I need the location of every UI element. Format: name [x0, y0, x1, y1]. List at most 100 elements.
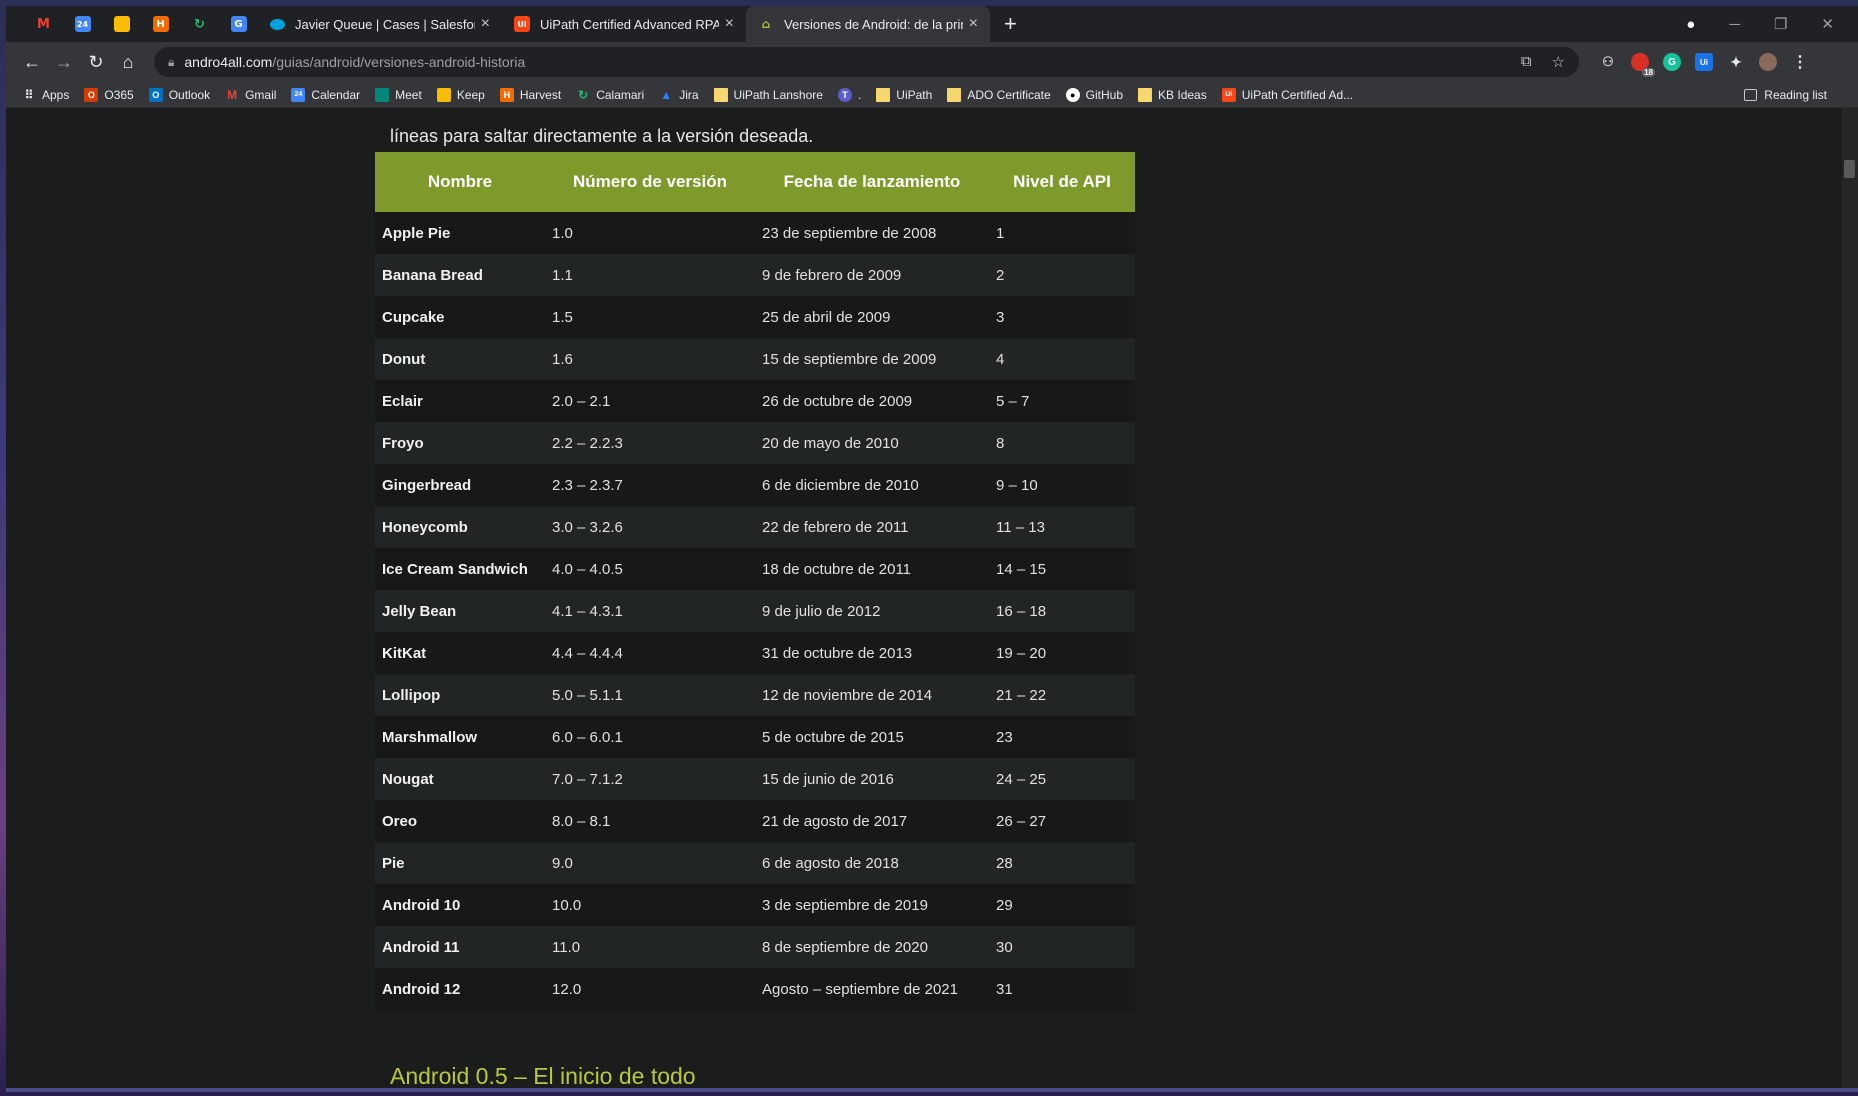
bookmark-kb-ideas[interactable]: KB Ideas [1138, 87, 1207, 102]
uipath-extension-icon[interactable]: Ui [1695, 53, 1713, 71]
cell-name: Lollipop [382, 686, 441, 704]
table-row: Banana Bread 1.1 9 de febrero de 2009 2 [375, 254, 1135, 296]
avatar[interactable] [1759, 53, 1777, 71]
browser-toolbar: ← → ↻ ⌂ 🔒︎ andro4all.com/guias/android/v… [6, 42, 1858, 82]
pinned-tabs: M 24 H ↻ G [6, 6, 258, 42]
cell-name: Eclair [382, 392, 423, 410]
cell-name: Nougat [382, 770, 434, 788]
table-row: Marshmallow 6.0 – 6.0.1 5 de octubre de 20… [375, 716, 1135, 758]
puzzle-icon[interactable]: ✦ [1727, 53, 1745, 71]
pinned-tab-gmail[interactable]: M [24, 6, 63, 42]
tab-uipath-certified[interactable]: Ui UiPath Certified Advanced RPA D × [502, 6, 746, 42]
cell-name: Jelly Bean [382, 602, 457, 620]
bookmark-ado-certificate[interactable]: ADO Certificate [947, 87, 1051, 102]
home-icon[interactable]: ⌂ [112, 46, 144, 78]
cell-date: 26 de octubre de 2009 [762, 392, 913, 410]
cell-date: 8 de septiembre de 2020 [762, 938, 928, 956]
cell-name: KitKat [382, 644, 427, 662]
cell-name: Donut [382, 350, 426, 368]
cell-date: 23 de septiembre de 2008 [762, 224, 937, 242]
new-tab-button[interactable]: + [1004, 11, 1017, 37]
cell-date: 31 de octubre de 2013 [762, 644, 913, 662]
bookmark-uipath[interactable]: UiPath [876, 87, 932, 102]
pinned-tab-translate[interactable]: G [219, 6, 258, 42]
bookmark-uipath-certified[interactable]: Ui UiPath Certified Ad... [1221, 87, 1353, 102]
reload-icon[interactable]: ↻ [80, 46, 112, 78]
lock-icon[interactable]: 🔒︎ [168, 55, 174, 70]
pinned-tab-calamari[interactable]: ↻ [180, 6, 219, 42]
back-icon[interactable]: ← [16, 46, 48, 78]
browser-window: M 24 H ↻ G Javier Queue | Cases | Salesf… [6, 6, 1858, 1092]
bookmarks-bar: ⠿ Apps O O365 O Outlook M Gmail 24 Calendar M… [6, 82, 1858, 108]
cell-api: 8 [996, 434, 1005, 452]
bookmark-github[interactable]: ● GitHub [1065, 87, 1123, 102]
table-row: Apple Pie 1.0 23 de septiembre de 2008 1 [375, 212, 1135, 254]
cell-version: 4.4 – 4.4.4 [552, 644, 623, 662]
extensions-area: ⚇ 18 G Ui ✦ ⋮ [1599, 53, 1809, 77]
notification-extension-icon[interactable]: 18 [1631, 53, 1655, 77]
pinned-tab-harvest[interactable]: H [141, 6, 180, 42]
profile-dropdown-icon[interactable]: ● [1686, 16, 1695, 33]
bookmark-star-icon[interactable]: ☆ [1552, 53, 1565, 71]
column-header-version: Número de versión [573, 172, 727, 191]
cell-name: Marshmallow [382, 728, 478, 746]
table-row: Oreo 8.0 – 8.1 21 de agosto de 2017 26 – 27 [375, 800, 1135, 842]
grammarly-icon[interactable]: G [1663, 53, 1681, 71]
translate-page-icon[interactable]: ⧉ [1521, 53, 1532, 71]
cell-api: 4 [996, 350, 1005, 368]
table-row: Android 11 11.0 8 de septiembre de 2020 30 [375, 926, 1135, 968]
bookmark-calendar[interactable]: 24 Calendar [291, 87, 360, 102]
close-icon[interactable]: × [969, 15, 978, 33]
bookmark-meet[interactable]: Meet [375, 87, 422, 102]
bookmark-apps[interactable]: ⠿ Apps [22, 88, 70, 102]
scrollbar-thumb[interactable] [1844, 160, 1855, 178]
forward-icon[interactable]: → [48, 46, 80, 78]
cell-date: 12 de noviembre de 2014 [762, 686, 933, 704]
outlook-icon: O [148, 87, 163, 102]
cell-version: 1.0 [552, 224, 573, 242]
table-row: Pie 9.0 6 de agosto de 2018 28 [375, 842, 1135, 884]
pinned-tab-calendar[interactable]: 24 [63, 6, 102, 42]
cell-api: 28 [996, 854, 1013, 872]
close-icon[interactable]: × [481, 15, 490, 33]
keep-icon [113, 16, 130, 32]
bookmark-jira[interactable]: ▲ Jira [659, 88, 698, 102]
bookmark-o365[interactable]: O O365 [84, 87, 134, 102]
bookmark-calamari[interactable]: ↻ Calamari [576, 88, 644, 102]
page-scrollbar[interactable] [1842, 108, 1858, 1092]
bookmark-label: Outlook [168, 87, 211, 102]
cell-api: 1 [996, 224, 1005, 242]
tab-android-versions[interactable]: ⌂ Versiones de Android: de la prim × [746, 6, 990, 42]
calamari-icon: ↻ [194, 16, 205, 32]
bookmark-label: . [857, 87, 862, 102]
address-bar[interactable]: 🔒︎ andro4all.com/guias/android/versiones… [154, 47, 1579, 77]
bookmark-keep[interactable]: Keep [436, 87, 485, 102]
reading-list-button[interactable]: Reading list [1744, 88, 1843, 102]
bookmark-gmail[interactable]: M Gmail [225, 88, 276, 102]
glasses-extension-icon[interactable]: ⚇ [1599, 53, 1617, 71]
close-icon[interactable]: × [725, 15, 734, 33]
cell-date: 3 de septiembre de 2019 [762, 896, 928, 914]
pinned-tab-keep[interactable] [102, 6, 141, 42]
close-window-icon[interactable]: ✕ [1821, 15, 1834, 33]
cell-version: 4.1 – 4.3.1 [552, 602, 623, 620]
cell-date: 9 de julio de 2012 [762, 602, 881, 620]
bookmark-label: Meet [395, 87, 422, 102]
cell-api: 9 – 10 [996, 476, 1038, 494]
cell-date: 5 de octubre de 2015 [762, 728, 904, 746]
table-row: Honeycomb 3.0 – 3.2.6 22 de febrero de 201… [375, 506, 1135, 548]
bookmark-label: Jira [679, 87, 699, 102]
cell-date: Agosto – septiembre de 2021 [762, 980, 958, 998]
minimize-icon[interactable]: ─ [1729, 16, 1740, 33]
bookmark-harvest[interactable]: H Harvest [499, 87, 561, 102]
tab-salesforce[interactable]: Javier Queue | Cases | Salesforce × [258, 6, 502, 42]
menu-icon[interactable]: ⋮ [1791, 53, 1809, 71]
bookmark-outlook[interactable]: O Outlook [148, 87, 211, 102]
restore-icon[interactable]: ❐ [1774, 15, 1787, 33]
column-header-fecha: Fecha de lanzamiento [783, 172, 961, 191]
cell-date: 9 de febrero de 2009 [762, 266, 902, 284]
cell-api: 3 [996, 308, 1005, 326]
bookmark-uipath-lanshore[interactable]: UiPath Lanshore [713, 87, 823, 102]
desktop-background: M 24 H ↻ G Javier Queue | Cases | Salesf… [0, 0, 1858, 1096]
bookmark-teams[interactable]: T. [837, 87, 862, 102]
